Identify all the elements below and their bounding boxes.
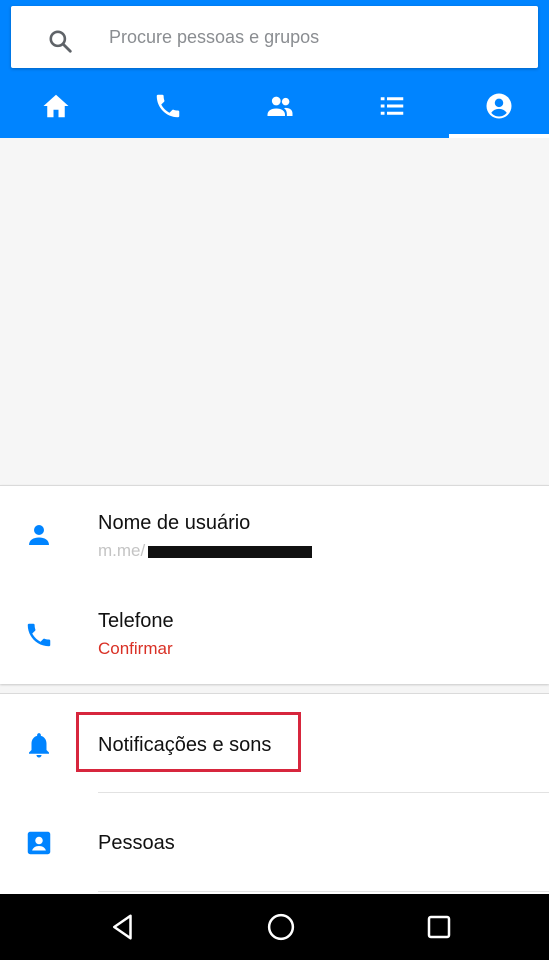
settings-item-notifications[interactable]: Notificações e sons (0, 694, 549, 792)
phone-label: Telefone (98, 610, 174, 632)
divider (98, 891, 549, 892)
bell-icon (29, 733, 49, 758)
redacted-username (148, 546, 312, 558)
account-info-card: Nome de usuário m.me/ Telefone Confirmar (0, 485, 549, 684)
people-icon (267, 96, 293, 116)
search-icon (49, 30, 72, 53)
phone-icon (156, 94, 180, 118)
app-header: Procure pessoas e grupos (0, 0, 549, 138)
username-value: m.me/ (98, 541, 146, 560)
tab-account[interactable] (449, 74, 549, 138)
tab-home[interactable] (0, 74, 112, 138)
profile-header-area (0, 138, 549, 485)
tab-list[interactable] (336, 74, 448, 138)
phone-icon (27, 623, 51, 647)
tab-bar (0, 74, 549, 138)
person-icon (29, 525, 49, 545)
recents-icon[interactable] (424, 912, 454, 942)
tab-calls[interactable] (112, 74, 224, 138)
phone-row[interactable]: Telefone Confirmar (0, 584, 549, 682)
account-icon (486, 93, 512, 119)
tab-people[interactable] (224, 74, 336, 138)
search-input[interactable]: Procure pessoas e grupos (109, 6, 319, 68)
search-bar[interactable]: Procure pessoas e grupos (11, 6, 538, 68)
settings-item-label: Notificações e sons (98, 734, 272, 756)
list-icon (380, 97, 404, 115)
system-navigation-bar (0, 894, 549, 960)
back-icon[interactable] (108, 912, 138, 942)
username-label: Nome de usuário (98, 512, 251, 534)
settings-list: Notificações e sons Pessoas (0, 693, 549, 895)
confirm-phone-link[interactable]: Confirmar (98, 639, 173, 659)
settings-item-label: Pessoas (98, 832, 175, 854)
home-icon (43, 94, 69, 118)
settings-item-people[interactable]: Pessoas (0, 793, 549, 891)
home-circle-icon[interactable] (266, 912, 296, 942)
username-row[interactable]: Nome de usuário m.me/ (0, 486, 549, 584)
contacts-icon (27, 831, 51, 855)
